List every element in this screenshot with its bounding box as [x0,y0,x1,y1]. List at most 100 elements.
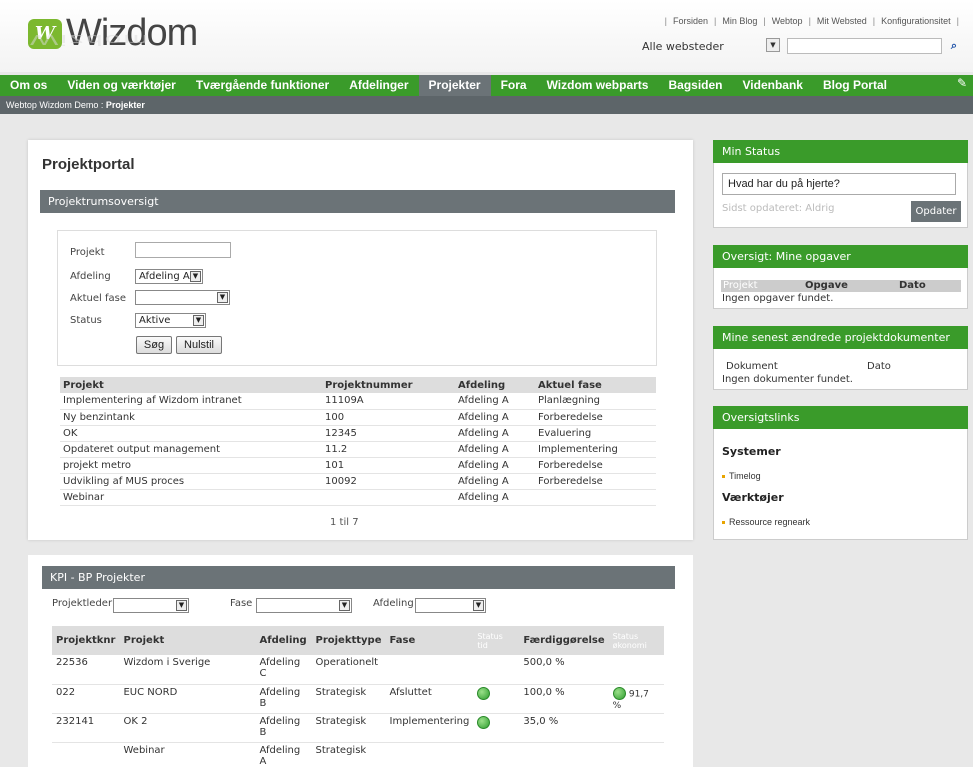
kpi-row[interactable]: 22536 Wizdom i Sverige Afdeling C Operat… [52,655,664,685]
project-table: Projekt Projektnummer Afdeling Aktuel fa… [60,377,656,506]
kpi-cell-project[interactable]: Webinar [119,742,256,767]
kpi-cell-economy [608,655,664,685]
toplink-forsiden[interactable]: Forsiden [673,16,708,26]
my-tasks-header: Oversigt: Mine opgaver [713,245,968,268]
cell-project[interactable]: OK [60,425,322,442]
separator: | [763,16,766,26]
chevron-down-icon: ▼ [473,600,484,611]
kpi-row[interactable]: 232141 OK 2 Afdeling B Strategisk Implem… [52,713,664,743]
cell-phase: Forberedelse [535,473,656,490]
logo-reflection: Wizdom [30,31,151,49]
kpi-cell-phase [385,655,474,685]
toplink-webtop[interactable]: Webtop [772,16,803,26]
cell-project[interactable]: Webinar [60,489,322,506]
toplink-min-blog[interactable]: Min Blog [722,16,757,26]
kpi-cell-phase [385,742,474,767]
col-projektnummer[interactable]: Projektnummer [322,377,455,393]
nav-viden-og-vaerktoejer[interactable]: Viden og værktøjer [57,75,185,96]
project-input[interactable] [135,242,231,258]
kpi-cell-phase: Afsluttet [385,684,474,714]
status-input[interactable]: Hvad har du på hjerte? [722,173,956,195]
kpi-cell-project[interactable]: Wizdom i Sverige [119,655,256,685]
kpi-col-completion[interactable]: Færdiggørelse [519,626,609,655]
kpi-header: KPI - BP Projekter [42,566,675,589]
kpi-col-department[interactable]: Afdeling [255,626,312,655]
kpi-leader-select[interactable]: ▼ [113,598,189,613]
cell-project[interactable]: Implementering af Wizdom intranet [60,393,322,410]
table-row[interactable]: projekt metro 101 Afdeling A Forberedels… [60,457,656,474]
nav-projekter[interactable]: Projekter [418,75,491,96]
cell-project[interactable]: projekt metro [60,457,322,474]
cell-phase [535,489,656,506]
green-status-icon [477,686,491,700]
kpi-phase-label: Fase [230,598,253,609]
table-row[interactable]: OK 12345 Afdeling A Evaluering [60,425,656,442]
cell-project[interactable]: Opdateret output management [60,441,322,458]
kpi-cell-nr: 22536 [52,655,120,685]
table-row[interactable]: Webinar Afdeling A [60,489,656,506]
kpi-col-economy-status[interactable]: Status økonomi [608,626,664,655]
breadcrumb-parent[interactable]: Webtop Wizdom Demo [6,100,98,110]
link-resource-sheet[interactable]: Ressource regneark [722,517,810,527]
cell-department: Afdeling A [455,473,535,490]
table-row[interactable]: Ny benzintank 100 Afdeling A Forberedels… [60,409,656,426]
separator: | [714,16,717,26]
col-projekt[interactable]: Projekt [60,377,322,393]
kpi-col-time-status[interactable]: Status tid [473,626,520,655]
cell-number: 11109A [322,393,455,410]
kpi-phase-select[interactable]: ▼ [256,598,352,613]
link-timelog[interactable]: Timelog [722,471,761,481]
nav-afdelinger[interactable]: Afdelinger [339,75,418,96]
site-header: W Wizdom Wizdom | Forsiden | Min Blog | … [0,0,973,72]
kpi-col-nr[interactable]: Projektknr [52,626,120,655]
overview-header: Projektrumsoversigt [40,190,675,213]
cell-department: Afdeling A [455,425,535,442]
link-resource-sheet-label: Ressource regneark [729,517,811,527]
nav-tvaergaaende-funktioner[interactable]: Tværgående funktioner [186,75,339,96]
nav-bagsiden[interactable]: Bagsiden [658,75,732,96]
cell-project[interactable]: Ny benzintank [60,409,322,426]
top-links: | Forsiden | Min Blog | Webtop | Mit Web… [659,16,965,26]
col-aktuel-fase[interactable]: Aktuel fase [535,377,656,393]
table-row[interactable]: Implementering af Wizdom intranet 11109A… [60,393,656,410]
col-afdeling[interactable]: Afdeling [455,377,535,393]
kpi-department-select[interactable]: ▼ [415,598,486,613]
reset-button[interactable]: Nulstil [176,336,222,354]
table-row[interactable]: Opdateret output management 11.2 Afdelin… [60,441,656,458]
kpi-cell-project[interactable]: OK 2 [119,713,256,743]
kpi-cell-department: Afdeling B [255,684,312,714]
update-button[interactable]: Opdater [911,201,961,222]
kpi-row[interactable]: Webinar Afdeling A Strategisk [52,742,664,767]
phase-select[interactable]: ▼ [135,290,230,305]
kpi-cell-department: Afdeling B [255,713,312,743]
toplink-konfiguration[interactable]: Konfigurationsitet [881,16,951,26]
kpi-row[interactable]: 022 EUC NORD Afdeling B Strategisk Afslu… [52,684,664,714]
site-scope-value: Alle websteder [642,39,724,53]
nav-blog-portal[interactable]: Blog Portal [813,75,897,96]
kpi-col-phase[interactable]: Fase [385,626,474,655]
department-select[interactable]: Afdeling A ▼ [135,269,203,284]
status-select[interactable]: Aktive ▼ [135,313,206,328]
kpi-department-label: Afdeling [373,598,414,609]
nav-fora[interactable]: Fora [491,75,537,96]
kpi-cell-project[interactable]: EUC NORD [119,684,256,714]
page-title: Projektportal [42,156,135,173]
nav-om-os[interactable]: Om os [0,75,57,96]
toplink-mit-websted[interactable]: Mit Websted [817,16,867,26]
kpi-cell-completion [519,742,609,767]
tasks-col-date: Dato [899,280,926,291]
table-row[interactable]: Udvikling af MUS proces 10092 Afdeling A… [60,473,656,490]
nav-videnbank[interactable]: Videnbank [733,75,813,96]
nav-wizdom-webparts[interactable]: Wizdom webparts [537,75,659,96]
search-button[interactable]: Søg [136,336,172,354]
chevron-down-icon: ▼ [190,271,201,282]
site-scope-select[interactable]: Alle websteder ▼ [642,38,780,54]
tags-icon[interactable]: ✎ [957,76,967,90]
search-input[interactable] [787,38,942,54]
search-icon[interactable]: ⌕ [946,38,962,54]
chevron-down-icon: ▼ [217,292,228,303]
kpi-col-project[interactable]: Projekt [119,626,256,655]
cell-project[interactable]: Udvikling af MUS proces [60,473,322,490]
separator: | [956,16,959,26]
kpi-col-type[interactable]: Projekttype [311,626,386,655]
